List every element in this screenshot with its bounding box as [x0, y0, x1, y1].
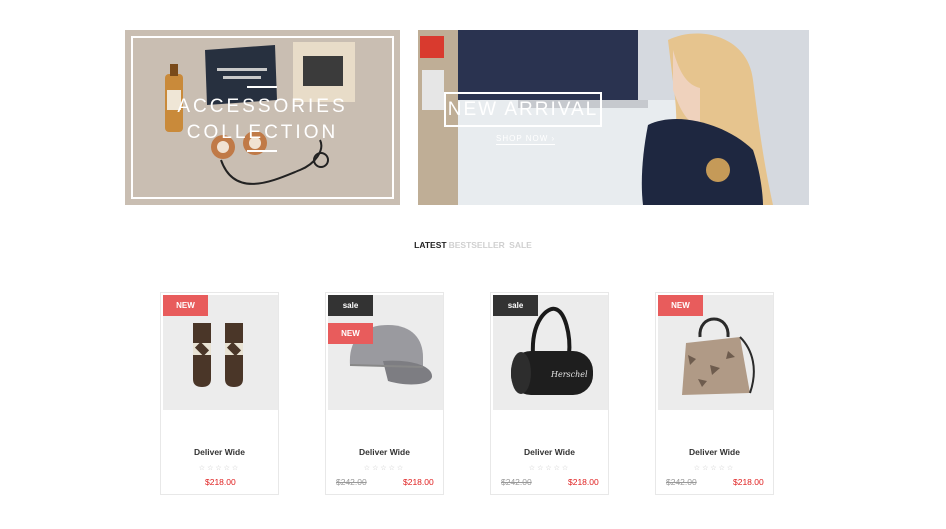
badge-new: NEW: [328, 323, 373, 344]
product-old-price: $242.00: [336, 477, 367, 487]
title-rule: [247, 150, 277, 152]
product-name[interactable]: Deliver Wide: [326, 447, 443, 457]
tab-bestseller[interactable]: BESTSELLER: [449, 240, 505, 250]
product-price: $218.00: [733, 477, 764, 487]
badge-sale: sale: [328, 295, 373, 316]
product-old-price: $242.00: [666, 477, 697, 487]
new-arrival-title: NEW ARRIVAL: [447, 99, 599, 120]
title-rule: [247, 86, 277, 88]
badge-new: NEW: [658, 295, 703, 316]
product-card[interactable]: NEW Deliver Wide ☆☆☆☆☆ $218.00: [160, 292, 279, 495]
tab-sale[interactable]: SALE: [509, 240, 532, 250]
product-name[interactable]: Deliver Wide: [491, 447, 608, 457]
star-rating: ☆☆☆☆☆: [363, 465, 406, 472]
product-tabs: LATEST BESTSELLER SALE: [0, 240, 946, 250]
product-price: $218.00: [205, 477, 236, 487]
product-card[interactable]: Herschel sale Deliver Wide ☆☆☆☆☆ $242.00…: [490, 292, 609, 495]
new-arrival-title-box: NEW ARRIVAL: [444, 92, 602, 127]
new-arrival-banner[interactable]: NEW ARRIVAL SHOP NOW ›: [418, 30, 809, 205]
accessories-banner[interactable]: ACCESSORIES COLLECTION: [125, 30, 400, 205]
product-name[interactable]: Deliver Wide: [161, 447, 278, 457]
product-price: $218.00: [403, 477, 434, 487]
product-price: $218.00: [568, 477, 599, 487]
svg-text:Herschel: Herschel: [550, 370, 588, 379]
product-old-price: $242.00: [501, 477, 532, 487]
shop-now-link[interactable]: SHOP NOW ›: [496, 134, 556, 145]
badge-sale: sale: [493, 295, 538, 316]
star-rating: ☆☆☆☆☆: [693, 465, 736, 472]
tab-latest[interactable]: LATEST: [414, 240, 446, 250]
accessories-banner-title: ACCESSORIES COLLECTION: [177, 96, 348, 143]
product-card[interactable]: NEW Deliver Wide ☆☆☆☆☆ $242.00 $218.00: [655, 292, 774, 495]
star-rating: ☆☆☆☆☆: [198, 465, 241, 472]
star-rating: ☆☆☆☆☆: [528, 465, 571, 472]
product-name[interactable]: Deliver Wide: [656, 447, 773, 457]
badge-new: NEW: [163, 295, 208, 316]
product-card[interactable]: sale NEW Deliver Wide ☆☆☆☆☆ $242.00 $218…: [325, 292, 444, 495]
